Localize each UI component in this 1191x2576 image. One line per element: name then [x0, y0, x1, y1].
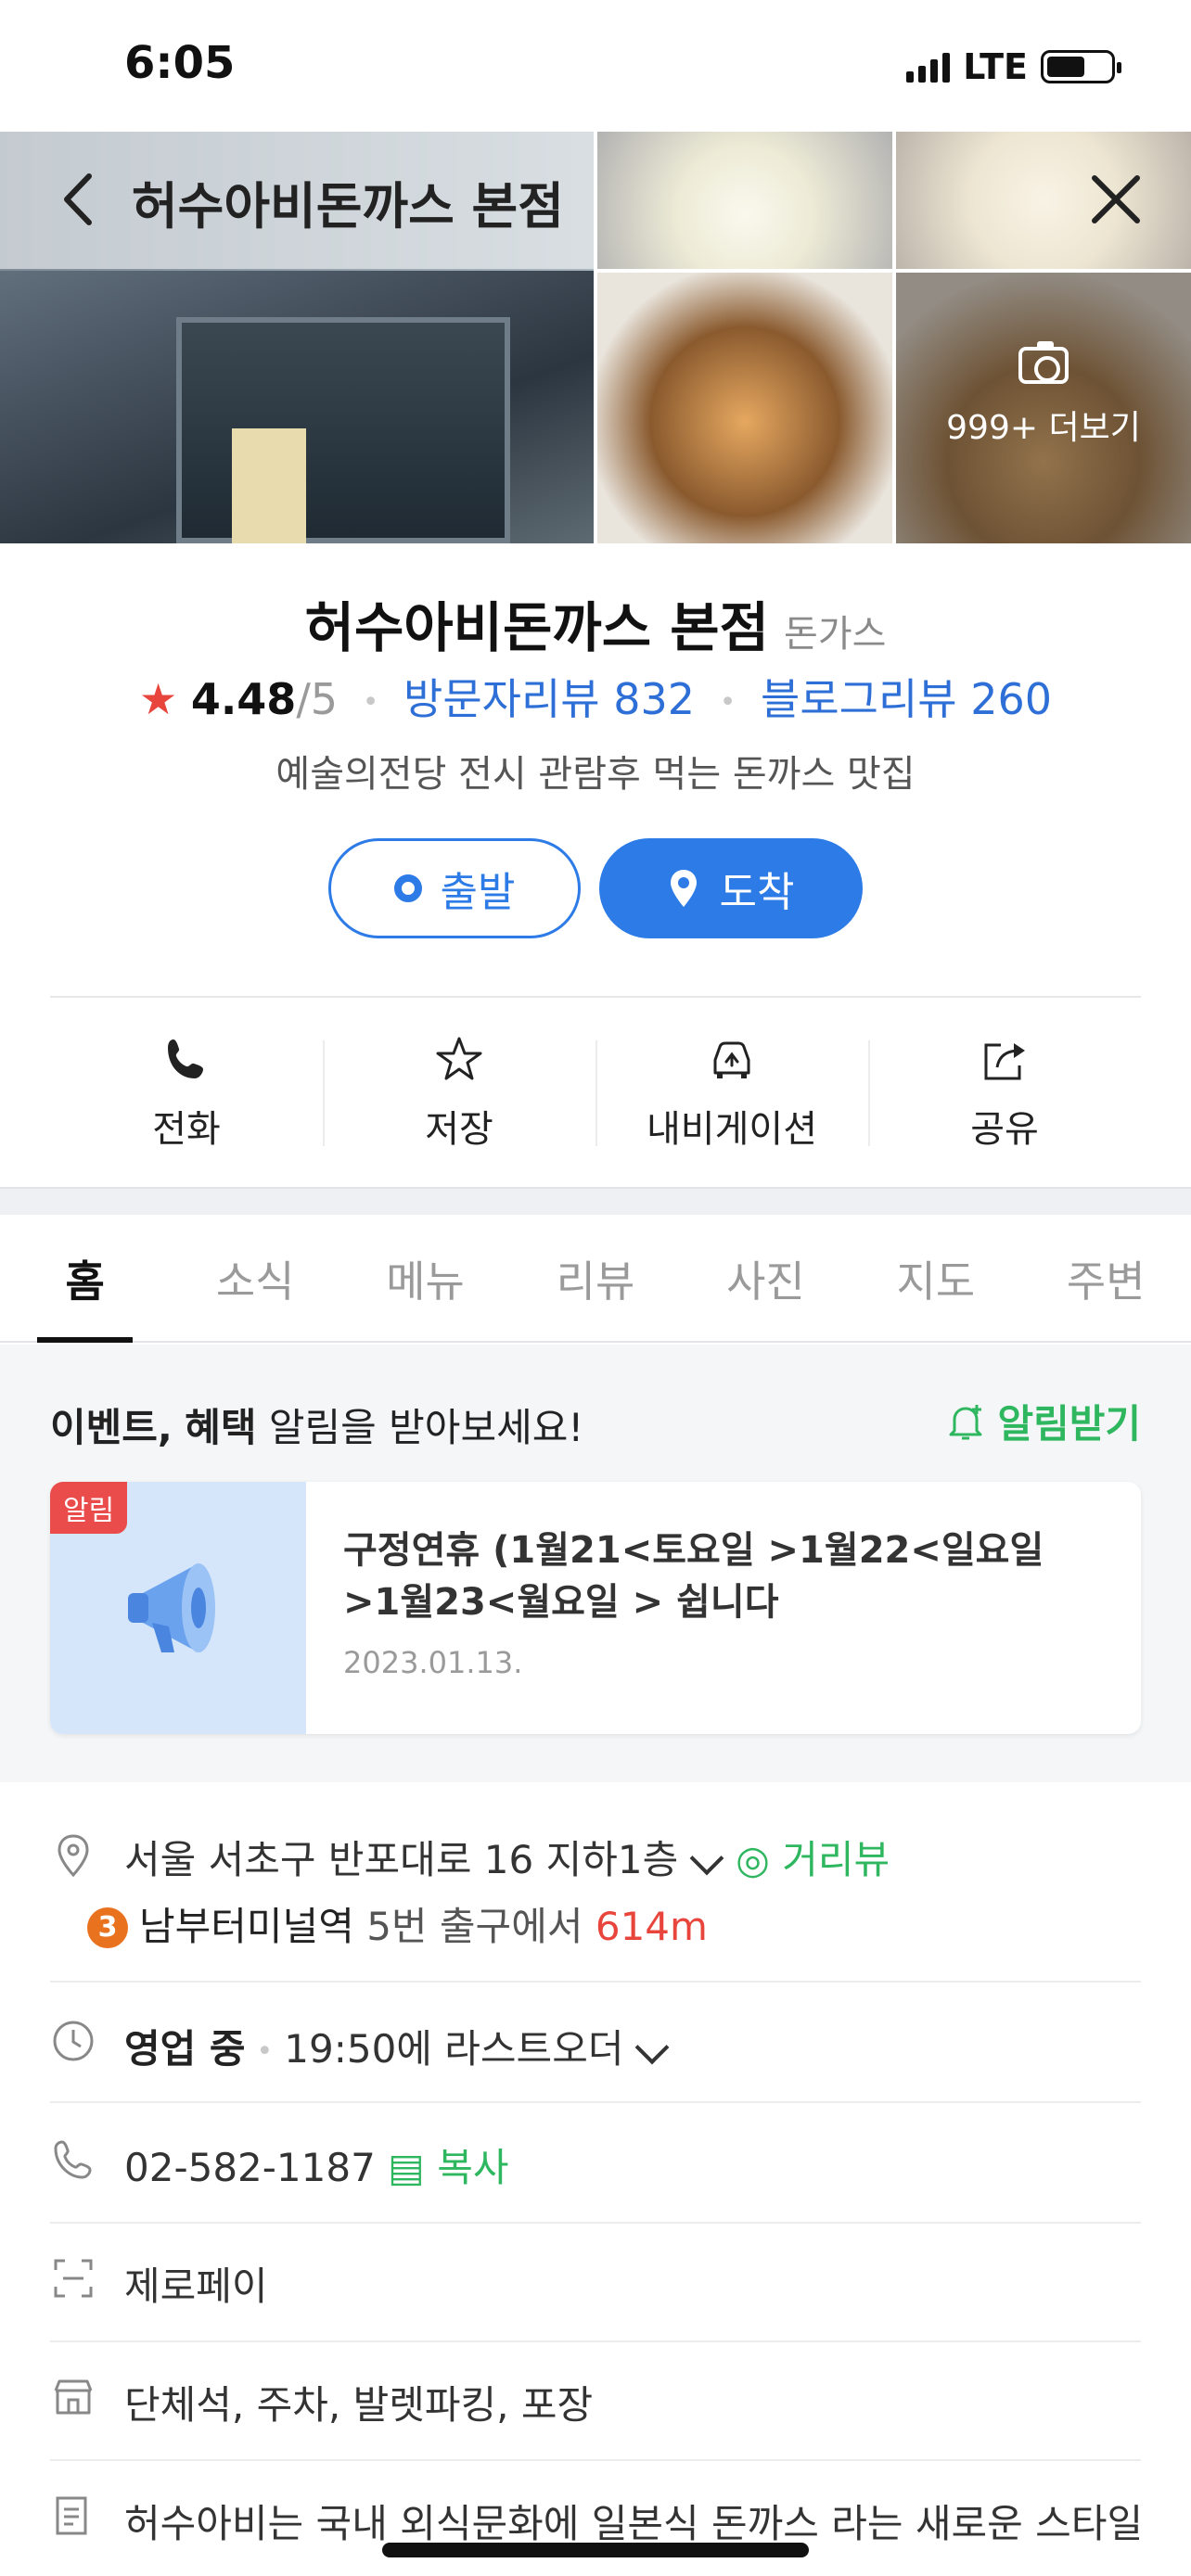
- section-separator: [0, 1187, 1191, 1215]
- visitor-reviews-link[interactable]: 방문자리뷰 832: [403, 674, 695, 724]
- subway-line: 3 남부터미널역 5번 출구에서 614m: [87, 1895, 708, 1952]
- tab-photos[interactable]: 사진: [681, 1215, 851, 1341]
- rating-value: 4.48: [190, 674, 297, 724]
- address-row: 서울 서초구 반포대로 16 지하1층 ◎ 거리뷰 3 남부터미널역 5번 출구에서…: [50, 1829, 1141, 1949]
- star-icon: ★: [138, 674, 178, 724]
- bell-plus-icon: [949, 1404, 982, 1439]
- navigation-button[interactable]: 내비게이션: [596, 1027, 868, 1159]
- save-label: 저장: [425, 1108, 493, 1151]
- place-name: 허수아비돈까스 본점: [304, 596, 770, 659]
- share-label: 공유: [970, 1108, 1039, 1151]
- close-icon: [1092, 175, 1140, 223]
- facilities-row: 단체석, 주차, 발렛파킹, 포장: [50, 2374, 1141, 2429]
- tab-bar: 홈 소식 메뉴 리뷰 사진 지도 주변: [0, 1215, 1191, 1343]
- document-icon: [56, 2496, 87, 2535]
- call-button[interactable]: 전화: [50, 1027, 323, 1159]
- phone-icon: [54, 2140, 92, 2179]
- copy-button[interactable]: ▤ 복사: [388, 2145, 508, 2190]
- close-button[interactable]: [1083, 167, 1148, 232]
- tab-menu[interactable]: 메뉴: [340, 1215, 510, 1341]
- phone-line: 02-582-1187 ▤ 복사: [124, 2136, 509, 2193]
- navigation-label: 내비게이션: [647, 1108, 817, 1151]
- status-bar: 6:05 LTE: [0, 0, 1191, 132]
- status-time: 6:05: [124, 37, 236, 89]
- battery-icon: [1041, 50, 1121, 83]
- camera-icon: [1018, 341, 1069, 384]
- chevron-down-icon[interactable]: [689, 1841, 724, 1875]
- tab-news[interactable]: 소식: [170, 1215, 339, 1341]
- rating-max: /5: [296, 674, 339, 724]
- action-bar: 전화 저장 내비게이션 공유: [50, 1027, 1141, 1159]
- header-title: 허수아비돈까스 본점: [132, 177, 564, 236]
- street-view-link[interactable]: ◎ 거리뷰: [736, 1837, 890, 1882]
- alarm-label: 알림받기: [997, 1401, 1141, 1447]
- place-description: 예술의전당 전시 관람후 먹는 돈까스 맛집: [275, 753, 916, 796]
- event-card[interactable]: 알림 구정연휴 (1월21<토요일 >1월22<일요일 >1월23<월요일 > …: [50, 1482, 1141, 1734]
- divider: [50, 2459, 1141, 2461]
- start-label: 출발: [440, 869, 516, 916]
- back-button[interactable]: [48, 167, 108, 232]
- food-photo[interactable]: [597, 273, 892, 543]
- qr-scan-icon: [54, 2259, 93, 2298]
- status-indicators: LTE: [906, 46, 1121, 87]
- blog-reviews-link[interactable]: 블로그리뷰 260: [761, 674, 1052, 724]
- home-indicator: [382, 2543, 809, 2557]
- share-button[interactable]: 공유: [868, 1027, 1141, 1159]
- store-icon: [54, 2379, 93, 2415]
- more-photos-button[interactable]: 999+ 더보기: [896, 273, 1191, 543]
- signal-icon: [906, 51, 951, 83]
- call-label: 전화: [152, 1108, 221, 1151]
- place-title-row: 허수아비돈까스 본점 돈가스: [0, 584, 1191, 662]
- tab-nearby[interactable]: 주변: [1021, 1215, 1191, 1341]
- divider: [50, 2101, 1141, 2103]
- hours-row[interactable]: 영업 중 • 19:50에 라스트오더: [50, 2018, 1141, 2073]
- arrive-label: 도착: [719, 869, 795, 916]
- facilities-text: 단체석, 주차, 발렛파킹, 포장: [124, 2382, 594, 2428]
- share-icon: [984, 1043, 1025, 1080]
- intro-text: 허수아비는 국내 외식문화에 일본식 돈까스 라는 새로운 스타일: [124, 2501, 1144, 2546]
- divider: [50, 2222, 1141, 2224]
- event-section: 이벤트, 혜택 알림을 받아보세요! 알림받기 알림 구정연휴 (1월21<토요…: [0, 1345, 1191, 1782]
- phone-row[interactable]: 02-582-1187 ▤ 복사: [50, 2136, 1141, 2192]
- event-tag: 알림: [50, 1482, 128, 1534]
- payment-row: 제로페이: [50, 2255, 1141, 2311]
- place-category: 돈가스: [784, 613, 887, 656]
- start-button[interactable]: 출발: [328, 838, 581, 938]
- save-button[interactable]: 저장: [323, 1027, 596, 1159]
- subscribe-alarm-button[interactable]: 알림받기: [943, 1393, 1141, 1449]
- address-line: 서울 서초구 반포대로 16 지하1층 ◎ 거리뷰: [124, 1829, 890, 1885]
- subway-line-badge: 3: [87, 1907, 128, 1948]
- start-point-icon: [393, 874, 422, 902]
- phone-icon: [168, 1039, 203, 1078]
- hours-line: 영업 중 • 19:50에 라스트오더: [124, 2018, 681, 2074]
- event-thumbnail: 알림: [50, 1482, 306, 1734]
- event-text: 구정연휴 (1월21<토요일 >1월22<일요일 >1월23<월요일 > 쉽니다: [343, 1529, 1044, 1624]
- tab-home[interactable]: 홈: [0, 1215, 170, 1343]
- divider: [50, 2340, 1141, 2342]
- event-date: 2023.01.13.: [343, 1645, 523, 1680]
- phone-number: 02-582-1187: [124, 2145, 376, 2190]
- chevron-down-icon[interactable]: [635, 2030, 670, 2064]
- divider: [50, 996, 1141, 998]
- more-photos-label: 999+ 더보기: [946, 409, 1141, 447]
- megaphone-icon: [128, 1563, 215, 1652]
- star-outline-icon: [436, 1037, 482, 1080]
- divider: [50, 1981, 1141, 1983]
- arrive-button[interactable]: 도착: [599, 838, 863, 938]
- location-pin-icon: [670, 870, 697, 907]
- tab-reviews[interactable]: 리뷰: [510, 1215, 680, 1341]
- intro-row[interactable]: 허수아비는 국내 외식문화에 일본식 돈까스 라는 새로운 스타일: [50, 2493, 1144, 2548]
- clock-icon: [53, 2021, 94, 2061]
- address-text: 서울 서초구 반포대로 16 지하1층: [124, 1837, 679, 1882]
- tab-map[interactable]: 지도: [851, 1215, 1020, 1341]
- event-heading: 이벤트, 혜택 알림을 받아보세요!: [50, 1405, 584, 1450]
- location-pin-icon: [58, 1834, 89, 1878]
- network-label: LTE: [963, 46, 1028, 87]
- chevron-left-icon: [64, 173, 92, 225]
- payment-text: 제로페이: [124, 2264, 268, 2309]
- rating-row: ★ 4.48/5 • 방문자리뷰 832 • 블로그리뷰 260: [138, 674, 1053, 724]
- car-navigation-icon: [713, 1041, 750, 1078]
